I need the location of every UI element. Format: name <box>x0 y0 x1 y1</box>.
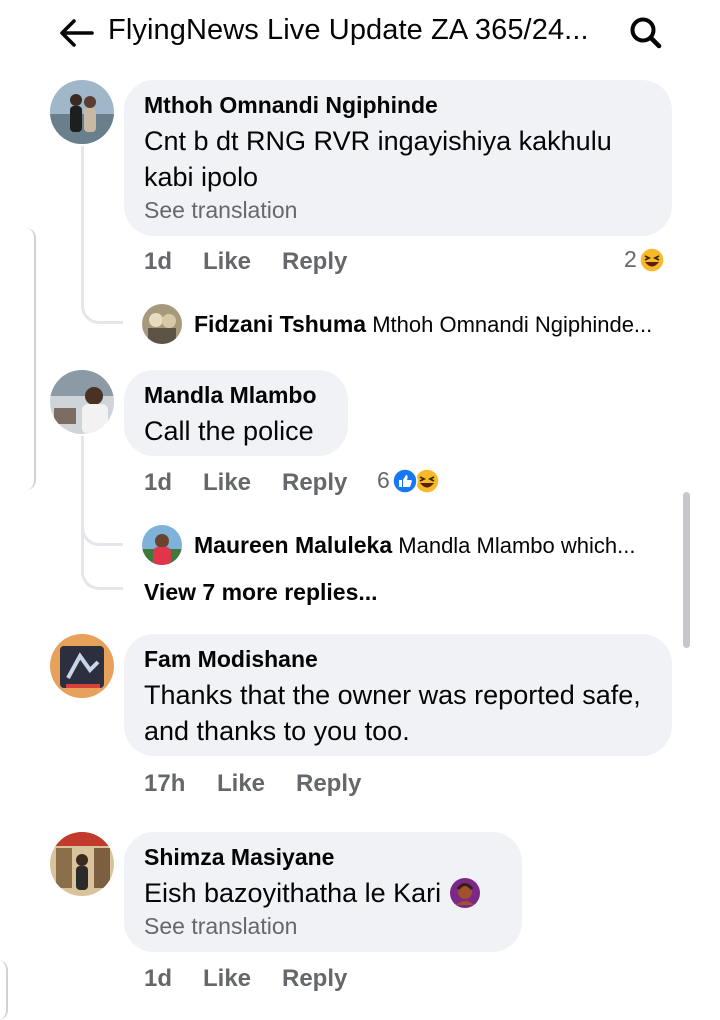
comment-bubble[interactable]: Shimza Masiyane Eish bazoyithatha le Kar… <box>124 832 522 952</box>
avatar[interactable] <box>50 80 114 144</box>
reaction-summary[interactable]: 2 <box>624 246 665 273</box>
like-reaction-icon <box>392 467 418 494</box>
page-title: FlyingNews Live Update ZA 365/24... <box>108 14 589 46</box>
avatar[interactable] <box>50 370 114 434</box>
like-button[interactable]: Like <box>203 469 251 497</box>
comment-author[interactable]: Fam Modishane <box>144 646 652 673</box>
comment-text: Call the police <box>144 416 314 446</box>
comment-text: Cnt b dt RNG RVR ingayishiya kakhulu kab… <box>144 126 612 192</box>
reply-preview[interactable]: Fidzani Tshuma Mthoh Omnandi Ngiphinde..… <box>194 311 652 338</box>
avatar[interactable] <box>142 304 182 344</box>
comment-time: 1d <box>144 248 173 275</box>
reply-button[interactable]: Reply <box>282 965 347 993</box>
thread-line <box>81 146 84 306</box>
reply-button[interactable]: Reply <box>282 469 347 497</box>
comment-time: 17h <box>144 770 186 797</box>
avatar[interactable] <box>50 832 114 896</box>
facepalm-emoji-icon <box>449 877 481 909</box>
reply-author: Fidzani Tshuma <box>194 311 367 337</box>
comment-text-row: Eish bazoyithatha le Kari <box>144 875 502 911</box>
comment-author[interactable]: Mandla Mlambo <box>144 382 328 409</box>
comment-author[interactable]: Mthoh Omnandi Ngiphinde <box>144 92 652 119</box>
reply-preview[interactable]: Maureen Maluleka Mandla Mlambo which... <box>194 532 635 559</box>
thread-branch <box>81 520 123 546</box>
thread-branch <box>81 290 123 324</box>
thread-divider <box>22 228 36 490</box>
see-translation-link[interactable]: See translation <box>144 197 652 224</box>
reply-author: Maureen Maluleka <box>194 532 393 558</box>
thread-branch <box>81 546 123 590</box>
reaction-count: 2 <box>624 246 637 272</box>
reaction-count: 6 <box>377 467 390 493</box>
avatar[interactable] <box>142 525 182 565</box>
reply-text: Mandla Mlambo which... <box>398 533 636 558</box>
back-arrow-icon[interactable] <box>56 14 96 52</box>
comment-time: 1d <box>144 469 173 496</box>
reaction-summary[interactable]: 6 <box>377 467 440 494</box>
view-more-replies-link[interactable]: View 7 more replies... <box>144 579 378 606</box>
like-button[interactable]: Like <box>217 770 265 798</box>
like-button[interactable]: Like <box>203 248 251 276</box>
comment-text: Thanks that the owner was reported safe,… <box>144 680 641 746</box>
see-translation-link[interactable]: See translation <box>144 913 502 940</box>
comment-text: Eish bazoyithatha le Kari <box>144 878 442 908</box>
search-icon[interactable] <box>626 14 666 52</box>
scrollbar-thumb[interactable] <box>683 492 690 648</box>
thread-divider <box>0 960 8 1020</box>
like-button[interactable]: Like <box>203 965 251 993</box>
comment-author[interactable]: Shimza Masiyane <box>144 844 502 871</box>
comment-bubble[interactable]: Mthoh Omnandi Ngiphinde Cnt b dt RNG RVR… <box>124 80 672 236</box>
avatar[interactable] <box>50 634 114 698</box>
reply-button[interactable]: Reply <box>282 248 347 276</box>
reply-text: Mthoh Omnandi Ngiphinde... <box>372 312 653 337</box>
reply-button[interactable]: Reply <box>296 770 361 798</box>
comment-time: 1d <box>144 965 173 992</box>
comment-bubble[interactable]: Fam Modishane Thanks that the owner was … <box>124 634 672 756</box>
haha-reaction-icon <box>639 246 665 273</box>
comment-bubble[interactable]: Mandla Mlambo Call the police <box>124 370 348 456</box>
